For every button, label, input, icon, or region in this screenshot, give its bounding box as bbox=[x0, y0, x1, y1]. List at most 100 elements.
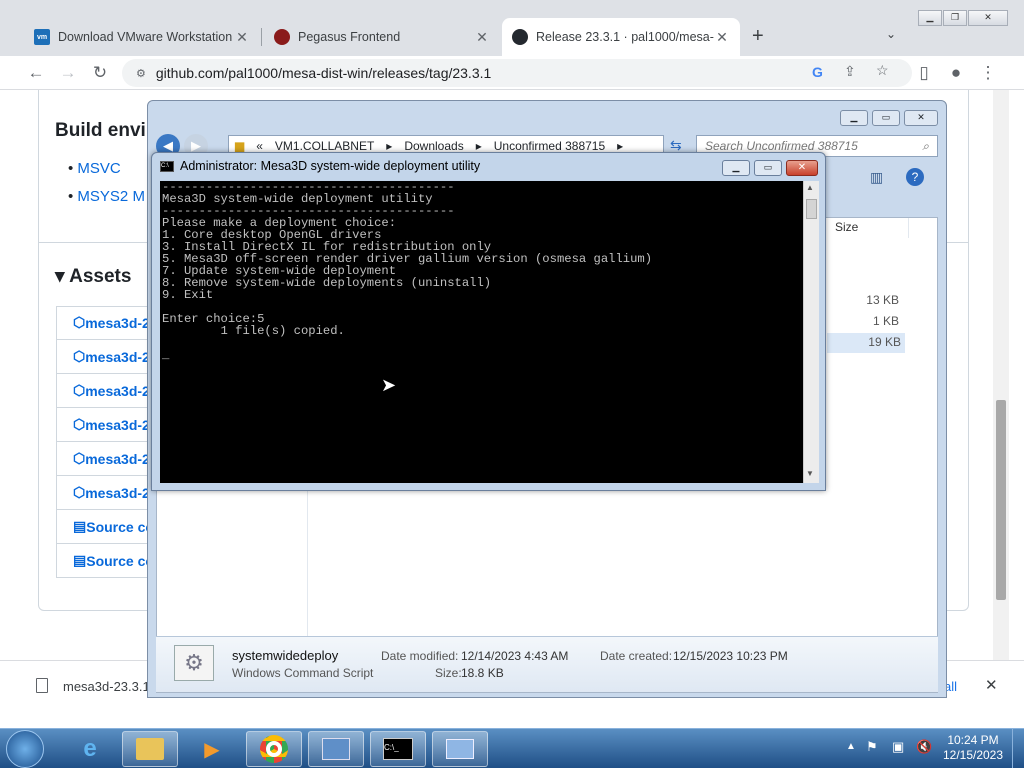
scroll-thumb[interactable] bbox=[806, 199, 817, 219]
google-lens-icon[interactable]: G bbox=[812, 64, 823, 80]
browser-toolbar: ← → ↻ ⚙ github.com/pal1000/mesa-dist-win… bbox=[0, 56, 1024, 90]
console-scrollbar[interactable]: ▲ ▼ bbox=[803, 181, 819, 483]
scroll-thumb[interactable] bbox=[996, 400, 1006, 600]
minimize-icon[interactable]: ▁ bbox=[918, 10, 942, 26]
show-desktop-button[interactable] bbox=[1012, 729, 1024, 768]
asset-name: mesa3d-2 bbox=[85, 314, 150, 331]
tab-title: Release 23.3.1 · pal1000/mesa-di bbox=[536, 30, 714, 44]
minimize-icon[interactable]: ▁ bbox=[840, 110, 868, 126]
search-placeholder: Search Unconfirmed 388715 bbox=[705, 139, 858, 153]
details-pane: ⚙ systemwidedeploy Windows Command Scrip… bbox=[156, 636, 938, 692]
pegasus-icon bbox=[274, 29, 290, 45]
file-icon bbox=[36, 678, 48, 693]
bookmark-star-icon[interactable]: ☆ bbox=[876, 62, 889, 79]
console-window: C:\ Administrator: Mesa3D system-wide de… bbox=[151, 152, 826, 491]
console-title-bar: C:\ Administrator: Mesa3D system-wide de… bbox=[160, 159, 480, 173]
folder-icon: ▆ bbox=[235, 139, 245, 153]
scroll-up-icon[interactable]: ▲ bbox=[806, 183, 814, 192]
asset-name: mesa3d-2 bbox=[85, 382, 150, 399]
mouse-cursor-icon: ➤ bbox=[381, 375, 397, 395]
script-gear-icon: ⚙ bbox=[174, 645, 214, 681]
site-info-icon[interactable]: ⚙ bbox=[136, 67, 146, 80]
address-bar[interactable]: ⚙ github.com/pal1000/mesa-dist-win/relea… bbox=[122, 59, 912, 87]
github-icon bbox=[512, 29, 528, 45]
tab-title: Download VMware Workstation Pl bbox=[58, 30, 234, 44]
control-panel-icon[interactable] bbox=[308, 731, 364, 767]
tab-pegasus[interactable]: Pegasus Frontend ✕ bbox=[264, 18, 500, 56]
start-button[interactable] bbox=[6, 730, 44, 768]
close-icon[interactable]: ✕ bbox=[714, 29, 730, 46]
close-icon[interactable]: ✕ bbox=[234, 29, 250, 46]
cmd-taskbar-icon[interactable]: C:\_ bbox=[370, 731, 426, 767]
close-window-icon[interactable]: ✕ bbox=[786, 160, 818, 176]
preview-pane-icon[interactable]: ▥ bbox=[870, 169, 883, 186]
tab-search-icon[interactable]: ⌄ bbox=[886, 27, 896, 41]
close-window-icon[interactable]: ✕ bbox=[968, 10, 1008, 26]
breadcrumb-item[interactable]: Downloads bbox=[404, 139, 463, 153]
size-label: Size: bbox=[435, 666, 462, 680]
volume-muted-icon[interactable]: 🔇 bbox=[916, 739, 932, 755]
build-heading: Build envi bbox=[55, 120, 146, 141]
chrome-icon[interactable] bbox=[246, 731, 302, 767]
taskbar-clock[interactable]: 10:24 PM 12/15/2023 bbox=[942, 733, 1004, 763]
taskbar: e ▶ C:\_ ▲ ⚑ ▣ 🔇 bbox=[0, 728, 1024, 768]
file-name: systemwidedeploy bbox=[232, 648, 339, 663]
asset-name: mesa3d-2 bbox=[85, 348, 150, 365]
tab-strip: vm Download VMware Workstation Pl ✕ Pega… bbox=[0, 0, 1024, 56]
help-icon[interactable]: ? bbox=[906, 168, 924, 186]
console-output[interactable]: ----------------------------------------… bbox=[160, 181, 803, 483]
bullet-list: • MSVC • MSYS2 M bbox=[68, 160, 145, 205]
search-icon: ⌕ bbox=[922, 139, 929, 153]
file-size: 13 KB bbox=[866, 293, 899, 307]
tab-divider bbox=[261, 28, 262, 46]
asset-name: Source co bbox=[86, 552, 154, 569]
close-window-icon[interactable]: ✕ bbox=[904, 110, 938, 126]
file-size-selected[interactable]: 19 KB bbox=[827, 333, 905, 353]
forward-icon[interactable]: → bbox=[56, 61, 80, 85]
tab-github-release[interactable]: Release 23.3.1 · pal1000/mesa-di ✕ bbox=[502, 18, 740, 56]
breadcrumb-item[interactable]: Unconfirmed 388715 bbox=[494, 139, 605, 153]
close-icon[interactable]: ✕ bbox=[985, 676, 998, 694]
file-size: 1 KB bbox=[872, 314, 899, 328]
network-icon[interactable]: ▣ bbox=[892, 739, 904, 755]
download-item[interactable]: mesa3d-23.3.1 bbox=[63, 679, 150, 694]
assets-toggle[interactable]: ▾ Assets bbox=[55, 265, 131, 288]
minimize-icon[interactable]: ▁ bbox=[722, 160, 750, 176]
clock-date: 12/15/2023 bbox=[942, 748, 1004, 762]
msys2-link[interactable]: MSYS2 M bbox=[77, 188, 145, 205]
show-hidden-icons-icon[interactable]: ▲ bbox=[846, 741, 856, 752]
url-text: github.com/pal1000/mesa-dist-win/release… bbox=[155, 65, 492, 81]
menu-kebab-icon[interactable]: ⋮ bbox=[976, 61, 1000, 85]
date-created-label: Date created: bbox=[600, 649, 673, 663]
internet-explorer-icon[interactable]: e bbox=[62, 731, 118, 767]
back-icon[interactable]: ← bbox=[24, 61, 48, 85]
breadcrumb-item[interactable]: VM1.COLLABNET bbox=[275, 139, 374, 153]
profile-avatar-icon[interactable]: ● bbox=[944, 61, 968, 85]
page-scrollbar[interactable] bbox=[993, 90, 1009, 660]
date-created-value: 12/15/2023 10:23 PM bbox=[673, 649, 788, 663]
tab-title: Pegasus Frontend bbox=[298, 30, 401, 44]
reload-icon[interactable]: ↻ bbox=[88, 61, 112, 85]
new-tab-icon[interactable]: + bbox=[752, 25, 764, 48]
maximize-icon[interactable]: ▭ bbox=[754, 160, 782, 176]
date-modified-label: Date modified: bbox=[381, 649, 459, 663]
console-text: ----------------------------------------… bbox=[162, 181, 653, 362]
close-icon[interactable]: ✕ bbox=[474, 29, 490, 46]
msvc-link[interactable]: MSVC bbox=[77, 160, 120, 177]
size-value: 18.8 KB bbox=[461, 666, 504, 680]
asset-name: Source co bbox=[86, 518, 154, 535]
remote-desktop-icon[interactable] bbox=[432, 731, 488, 767]
side-panel-icon[interactable]: ▯ bbox=[912, 61, 936, 85]
scroll-down-icon[interactable]: ▼ bbox=[806, 469, 814, 478]
maximize-icon[interactable]: ▭ bbox=[872, 110, 900, 126]
asset-name: mesa3d-2 bbox=[85, 416, 150, 433]
file-explorer-icon[interactable] bbox=[122, 731, 178, 767]
tab-vmware[interactable]: vm Download VMware Workstation Pl ✕ bbox=[24, 18, 260, 56]
column-header-size[interactable]: Size bbox=[829, 218, 909, 238]
breadcrumb-more[interactable]: « bbox=[256, 139, 263, 153]
media-player-icon[interactable]: ▶ bbox=[184, 731, 240, 767]
restore-icon[interactable]: ❐ bbox=[943, 10, 967, 26]
action-center-flag-icon[interactable]: ⚑ bbox=[866, 739, 878, 755]
asset-name: mesa3d-2 bbox=[85, 450, 150, 467]
share-icon[interactable]: ⇪ bbox=[844, 63, 856, 80]
